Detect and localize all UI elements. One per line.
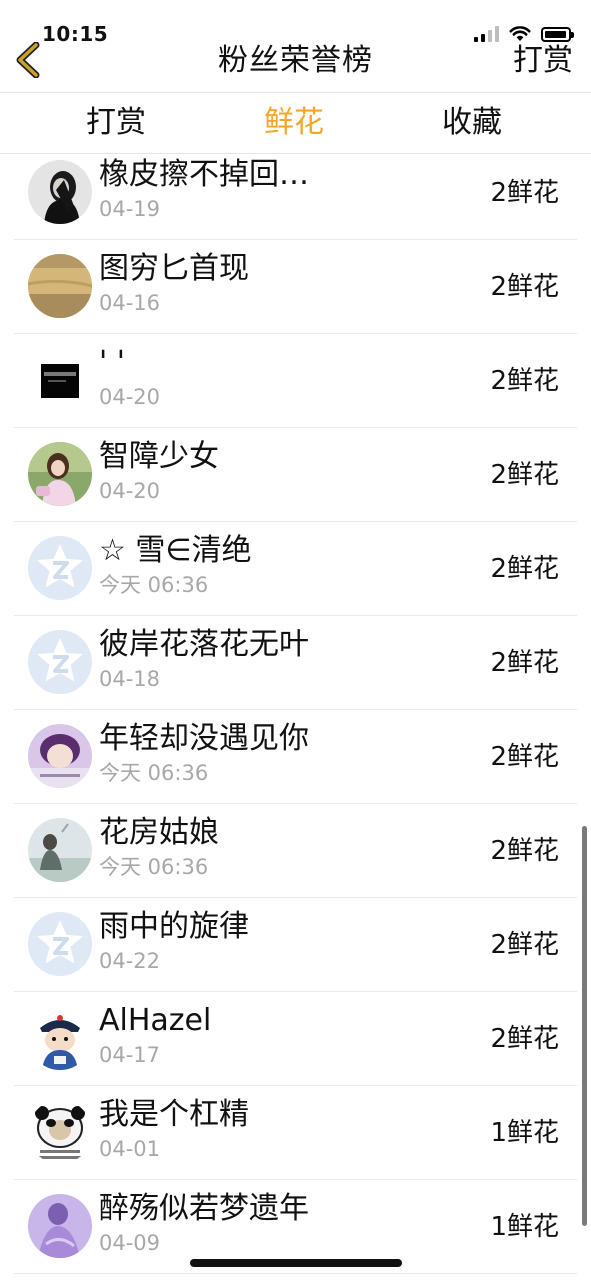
flower-count: 2鲜花 [490,742,559,772]
fan-name: 图穷匕首现 [99,251,249,286]
flower-count: 2鲜花 [490,1024,559,1054]
fan-name: 醉殇似若梦遗年 [99,1191,309,1226]
avatar[interactable] [28,442,92,506]
fan-row[interactable]: AlHazel 04-17 2鲜花 [0,992,591,1086]
fan-row[interactable]: 图穷匕首现 04-16 2鲜花 [0,240,591,334]
tip-button[interactable]: 打赏 [513,42,573,80]
fan-time: 04-17 [99,1043,161,1067]
fan-time: 今天 06:36 [99,855,209,879]
flower-count: 2鲜花 [490,930,559,960]
fan-time: 04-19 [99,197,161,221]
flower-count: 1鲜花 [490,1118,559,1148]
flower-count: 2鲜花 [490,272,559,302]
fan-name: 花房姑娘 [99,815,219,850]
flower-count: 2鲜花 [490,460,559,490]
fan-time: 04-20 [99,479,161,503]
avatar[interactable] [28,254,92,318]
battery-icon [541,27,574,42]
flower-count: 2鲜花 [490,648,559,678]
fan-list: 橡皮擦不掉回… 04-19 2鲜花 图穷匕首现 04-16 2鲜花 ' ' 04-20 2鲜花智… [0,146,591,1274]
avatar[interactable] [28,160,92,224]
fan-time: 04-22 [99,949,161,973]
fan-name: 智障少女 [99,439,219,474]
fan-time: 今天 06:36 [99,761,209,785]
home-indicator[interactable] [190,1259,402,1267]
status-icons [474,26,574,42]
fan-row[interactable]: 我是个杠精 04-01 1鲜花 [0,1086,591,1180]
fan-time: 04-18 [99,667,161,691]
fan-time: 04-09 [99,1231,161,1255]
avatar[interactable] [28,1194,92,1258]
fan-row[interactable]: 橡皮擦不掉回… 04-19 2鲜花 [0,146,591,240]
tab-bar: 打赏 鲜花 收藏 [0,92,591,154]
fan-row[interactable]: ☆ 雪∈清绝今天 06:36 2鲜花 [0,522,591,616]
tab-tips[interactable]: 打赏 [86,93,146,153]
avatar[interactable] [28,724,92,788]
nav-bar: 粉丝荣誉榜 打赏 [0,42,591,92]
fan-name: 我是个杠精 [99,1097,249,1132]
status-bar: 10:15 [0,0,591,46]
fan-name: ' ' [99,345,126,380]
flower-count: 1鲜花 [490,1212,559,1242]
avatar[interactable] [28,818,92,882]
flower-count: 2鲜花 [490,178,559,208]
avatar[interactable] [28,1100,92,1164]
status-time: 10:15 [42,22,109,46]
flower-count: 2鲜花 [490,554,559,584]
fan-time: 04-16 [99,291,161,315]
fan-row[interactable]: 花房姑娘今天 06:36 2鲜花 [0,804,591,898]
flower-count: 2鲜花 [490,836,559,866]
tab-flowers[interactable]: 鲜花 [264,93,324,153]
fan-row[interactable]: 智障少女 04-20 2鲜花 [0,428,591,522]
tab-favorites[interactable]: 收藏 [442,93,502,153]
cellular-signal-icon [474,26,499,42]
fan-row[interactable]: 彼岸花落花无叶 04-18 2鲜花 [0,616,591,710]
flower-count: 2鲜花 [490,366,559,396]
fan-name: 橡皮擦不掉回… [99,157,309,192]
fan-honor-page: 10:15 粉丝荣誉榜 打赏 打赏 鲜花 收藏 橡皮擦不掉回… 04-19 2鲜… [0,0,591,1280]
fan-row[interactable]: ' ' 04-20 2鲜花 [0,334,591,428]
fan-row[interactable]: 年轻却没遇见你今天 06:36 2鲜花 [0,710,591,804]
fan-name: AlHazel [99,1003,212,1038]
avatar[interactable] [28,348,92,412]
avatar[interactable] [28,536,92,600]
fan-time: 04-20 [99,385,161,409]
fan-time: 04-01 [99,1137,161,1161]
avatar[interactable] [28,1006,92,1070]
wifi-icon [509,26,531,42]
avatar[interactable] [28,912,92,976]
scrollbar[interactable] [582,826,587,1226]
avatar[interactable] [28,630,92,694]
fan-row[interactable]: 雨中的旋律 04-22 2鲜花 [0,898,591,992]
fan-name: 彼岸花落花无叶 [99,627,309,662]
fan-name: 年轻却没遇见你 [99,721,309,756]
fan-name: ☆ 雪∈清绝 [99,533,252,568]
fan-name: 雨中的旋律 [99,909,249,944]
fan-time: 今天 06:36 [99,573,209,597]
page-title: 粉丝荣誉榜 [218,43,373,78]
